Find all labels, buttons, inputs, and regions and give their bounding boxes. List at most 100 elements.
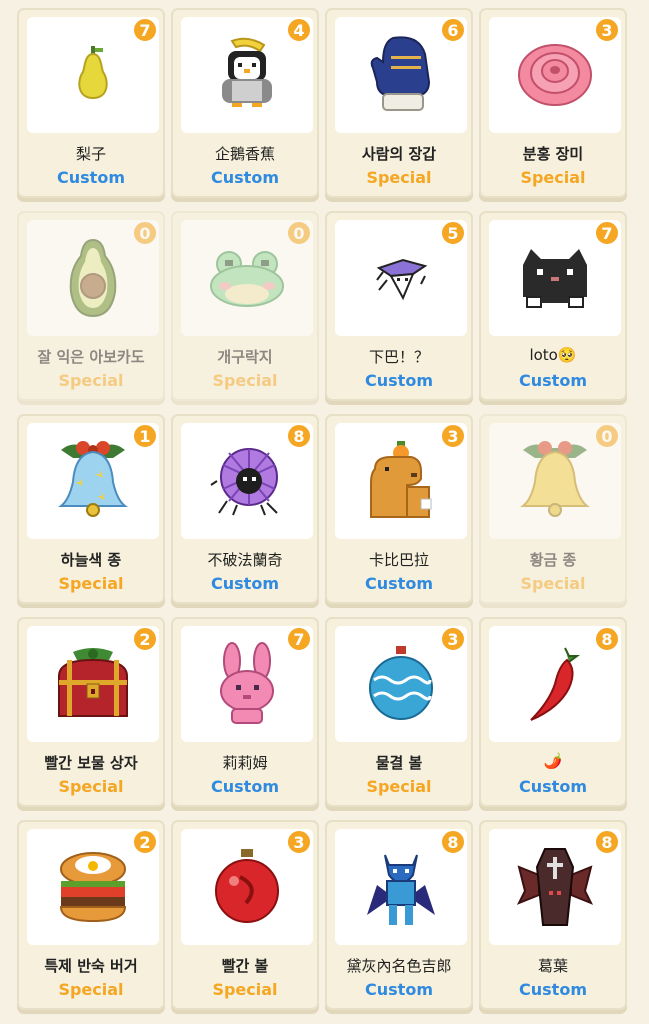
item-name: 黛灰內名色吉郎 [346,957,452,975]
item-card[interactable]: 8 黛灰內名色吉郎 Custom [325,820,473,1010]
count-badge: 3 [440,423,466,449]
item-card[interactable]: 8 不破法蘭奇 Custom [171,414,319,604]
item-name: 분홍 장미 [522,145,584,163]
item-card[interactable]: 8 葛葉 Custom [479,820,627,1010]
item-card[interactable]: 2 특제 반숙 버거 Special [17,820,165,1010]
item-name: 梨子 [75,145,106,163]
item-name: 葛葉 [537,957,568,975]
item-card[interactable]: 8 🌶️ Custom [479,617,627,807]
item-type-label: Special [366,168,432,187]
count-badge: 3 [440,626,466,652]
purple-fluff-icon [209,443,285,519]
count-badge: 0 [286,220,312,246]
item-card[interactable]: 0 황금 종 Special [479,414,627,604]
item-type-label: Custom [365,574,433,593]
item-type-label: Special [58,980,124,999]
burger-icon [55,847,131,927]
item-name: 잘 익은 아보카도 [37,348,145,366]
count-badge: 3 [594,17,620,43]
item-card[interactable]: 3 물결 볼 Special [325,617,473,807]
item-grid: 7 梨子 Custom 4 企鵝香蕉 Custom 6 사람의 장갑 Special 3 분홍 장미… [17,8,627,1015]
chili-pepper-icon [525,644,585,724]
count-badge: 6 [440,17,466,43]
item-card[interactable]: 7 梨子 Custom [17,8,165,198]
item-name: 물결 볼 [375,754,423,772]
count-badge: 0 [132,220,158,246]
pear-icon [63,40,123,110]
item-name: 개구락지 [217,348,273,366]
item-card[interactable]: 3 분홍 장미 Special [479,8,627,198]
item-type-label: Custom [211,574,279,593]
item-name: 卡比巴拉 [368,551,429,569]
pink-bunny-icon [212,641,282,727]
count-badge: 4 [286,17,312,43]
item-type-label: Custom [519,371,587,390]
item-type-label: Custom [211,168,279,187]
count-badge: 3 [286,829,312,855]
item-type-label: Custom [365,371,433,390]
red-ornament-icon [212,847,282,927]
item-name: 특제 반숙 버거 [44,957,138,975]
item-card[interactable]: 6 사람의 장갑 Special [325,8,473,198]
item-type-label: Special [520,168,586,187]
item-name: loto🥺 [529,346,577,364]
count-badge: 2 [132,829,158,855]
pink-rose-icon [515,37,595,113]
item-name: 企鵝香蕉 [214,145,275,163]
count-badge: 1 [132,423,158,449]
item-name: 莉莉姆 [222,754,268,772]
item-name: 황금 종 [529,551,577,569]
item-card[interactable]: 4 企鵝香蕉 Custom [171,8,319,198]
item-card[interactable]: 1 하늘색 종 Special [17,414,165,604]
wave-ornament-icon [366,644,436,724]
item-card[interactable]: 2 빨간 보물 상자 Special [17,617,165,807]
item-type-label: Special [366,777,432,796]
count-badge: 0 [594,423,620,449]
count-badge: 7 [132,17,158,43]
item-type-label: Custom [57,168,125,187]
count-badge: 8 [286,423,312,449]
capybara-icon [361,439,441,523]
item-name: 사람의 장갑 [361,145,437,163]
red-treasure-chest-icon [53,646,133,722]
item-card[interactable]: 7 loto🥺 Custom [479,211,627,401]
item-name: 🌶️ [543,752,563,770]
coffin-bat-icon [515,845,595,929]
item-card[interactable]: 0 잘 익은 아보카도 Special [17,211,165,401]
count-badge: 2 [132,626,158,652]
item-type-label: Custom [519,980,587,999]
frog-icon [207,248,287,308]
count-badge: 8 [594,626,620,652]
count-badge: 7 [286,626,312,652]
count-badge: 8 [594,829,620,855]
chin-doodle-icon [369,250,433,306]
item-type-label: Special [58,574,124,593]
blue-demon-icon [363,845,439,929]
count-badge: 8 [440,829,466,855]
item-name: 不破法蘭奇 [207,551,283,569]
item-type-label: Special [520,574,586,593]
golden-bell-icon [515,438,595,524]
item-type-label: Custom [365,980,433,999]
item-type-label: Special [212,980,278,999]
penguin-banana-icon [214,35,280,115]
item-type-label: Special [212,371,278,390]
item-name: 빨간 보물 상자 [44,754,138,772]
item-card[interactable]: 3 卡比巴拉 Custom [325,414,473,604]
item-name: 下巴！？ [368,348,429,366]
mitten-icon [363,32,439,118]
item-card[interactable]: 5 下巴！？ Custom [325,211,473,401]
item-card[interactable]: 3 빨간 볼 Special [171,820,319,1010]
item-card[interactable]: 0 개구락지 Special [171,211,319,401]
black-cat-icon [517,245,593,311]
count-badge: 5 [440,220,466,246]
item-type-label: Custom [211,777,279,796]
item-name: 하늘색 종 [60,551,122,569]
item-type-label: Custom [519,777,587,796]
count-badge: 7 [594,220,620,246]
avocado-icon [63,236,123,320]
sky-blue-bell-icon [53,438,133,524]
item-card[interactable]: 7 莉莉姆 Custom [171,617,319,807]
item-type-label: Special [58,777,124,796]
item-name: 빨간 볼 [221,957,269,975]
